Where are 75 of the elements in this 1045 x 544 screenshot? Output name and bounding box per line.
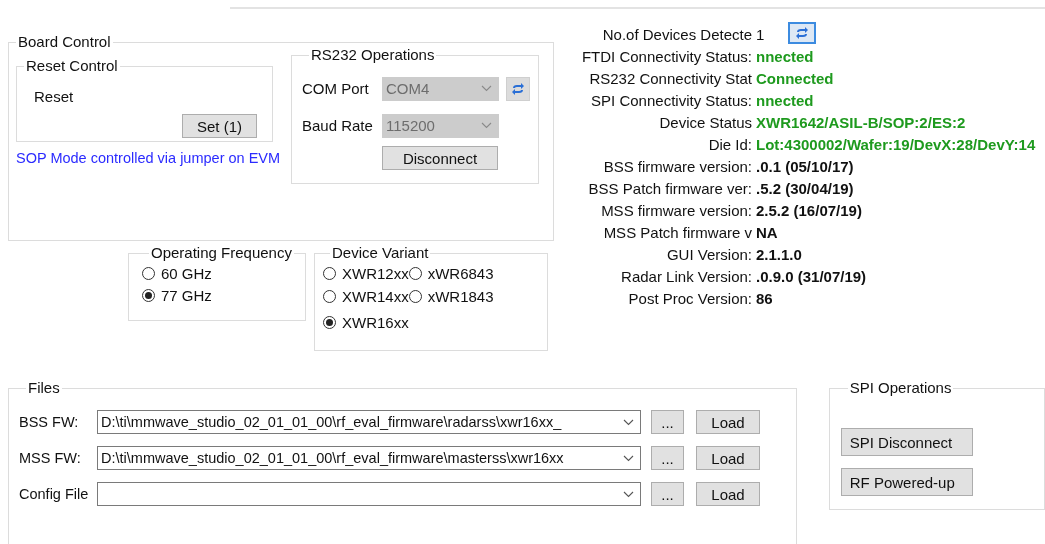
field-label: Baud Rate bbox=[302, 117, 374, 134]
load-button[interactable]: Load bbox=[696, 482, 760, 506]
refresh-button[interactable] bbox=[788, 22, 816, 44]
field-label: BSS FW: bbox=[19, 414, 80, 430]
radio-button[interactable] bbox=[323, 289, 336, 303]
info-value: 2.5.2 (16/07/19) bbox=[756, 201, 862, 219]
group-title: Operating Frequency bbox=[150, 244, 293, 262]
info-value: NA bbox=[756, 223, 778, 241]
radio-option[interactable]: XWR14xx bbox=[323, 285, 409, 307]
info-label: Radar Link Version: bbox=[620, 267, 752, 285]
radio-option[interactable]: XWR12xx bbox=[323, 262, 409, 284]
field-label: MSS FW: bbox=[19, 450, 82, 466]
browse-button[interactable]: ... bbox=[651, 410, 684, 434]
radio-button[interactable] bbox=[323, 266, 336, 280]
sop-mode-note: SOP Mode controlled via jumper on EVM bbox=[16, 150, 282, 166]
file-path-dropdown[interactable]: D:\ti\mmwave_studio_02_01_01_00\rf_eval_firmware\radarss\xwr16xx_ bbox=[97, 410, 641, 434]
group-title: Reset Control bbox=[25, 57, 119, 75]
info-label: GUI Version: bbox=[665, 245, 752, 263]
group-title: RS232 Operations bbox=[310, 46, 436, 64]
radio-option[interactable]: 77 GHz bbox=[142, 284, 305, 306]
load-button[interactable]: Load bbox=[696, 410, 760, 434]
chevron-down-icon bbox=[481, 85, 492, 92]
info-label: RS232 Connectivity Stat bbox=[588, 69, 752, 87]
chevron-down-icon bbox=[623, 454, 634, 462]
radio-button[interactable] bbox=[142, 266, 155, 280]
info-value: 86 bbox=[756, 289, 773, 307]
reset-label: Reset bbox=[34, 88, 74, 105]
group-title: Files bbox=[27, 379, 61, 397]
group-title: Device Variant bbox=[331, 244, 430, 262]
info-label: MSS firmware version: bbox=[600, 201, 752, 219]
radio-button[interactable] bbox=[323, 315, 336, 329]
info-label: BSS Patch firmware ver: bbox=[587, 179, 752, 197]
info-label: Device Status bbox=[658, 113, 752, 131]
chevron-down-icon bbox=[623, 418, 634, 426]
file-path-dropdown[interactable]: D:\ti\mmwave_studio_02_01_01_00\rf_eval_firmware\masterss\xwr16xx bbox=[97, 446, 641, 470]
info-value: Connected bbox=[756, 69, 834, 87]
info-value: nnected bbox=[756, 47, 814, 65]
info-label: Post Proc Version: bbox=[627, 289, 752, 307]
spi-action-button[interactable]: RF Powered-up bbox=[840, 468, 973, 496]
load-button[interactable]: Load bbox=[696, 446, 760, 470]
info-label: BSS firmware version: bbox=[602, 157, 752, 175]
radio-option[interactable]: xWR6843 bbox=[408, 262, 494, 284]
radio-button[interactable] bbox=[142, 288, 155, 302]
chevron-down-icon bbox=[481, 122, 492, 129]
field-label: Config File bbox=[19, 486, 90, 502]
info-label: MSS Patch firmware v bbox=[602, 223, 752, 241]
info-value: 2.1.1.0 bbox=[756, 245, 802, 263]
group-title: Board Control bbox=[17, 33, 112, 51]
set-button[interactable]: Set (1) bbox=[182, 114, 257, 138]
file-path-dropdown[interactable] bbox=[97, 482, 641, 506]
info-label: No.of Devices Detecte bbox=[601, 25, 752, 43]
info-label: FTDI Connectivity Status: bbox=[580, 47, 752, 65]
radio-button[interactable] bbox=[408, 266, 422, 280]
info-value: nnected bbox=[756, 91, 814, 109]
browse-button[interactable]: ... bbox=[651, 446, 684, 470]
info-value: Lot:4300002/Wafer:19/DevX:28/DevY:14 bbox=[756, 135, 1036, 153]
field-label: COM Port bbox=[302, 80, 370, 97]
info-label: SPI Connectivity Status: bbox=[590, 91, 752, 109]
radio-option[interactable]: XWR16xx bbox=[323, 308, 409, 336]
info-value: 1 bbox=[756, 25, 765, 43]
spi-action-button[interactable]: SPI Disconnect bbox=[840, 428, 973, 456]
disconnect-button[interactable]: Disconnect bbox=[382, 146, 498, 170]
info-value: .0.9.0 (31/07/19) bbox=[756, 267, 867, 285]
info-value: .0.1 (05/10/17) bbox=[756, 157, 854, 175]
browse-button[interactable]: ... bbox=[651, 482, 684, 506]
refresh-icon bbox=[510, 80, 526, 97]
info-value: .5.2 (30/04/19) bbox=[756, 179, 854, 197]
group-title: SPI Operations bbox=[848, 379, 953, 397]
radio-button[interactable] bbox=[408, 289, 422, 303]
radio-option[interactable]: 60 GHz bbox=[142, 262, 305, 284]
info-value: XWR1642/ASIL-B/SOP:2/ES:2 bbox=[756, 113, 966, 131]
info-label: Die Id: bbox=[707, 135, 752, 153]
radio-option[interactable]: xWR1843 bbox=[408, 285, 494, 307]
chevron-down-icon bbox=[623, 490, 634, 498]
refresh-icon bbox=[794, 25, 810, 41]
